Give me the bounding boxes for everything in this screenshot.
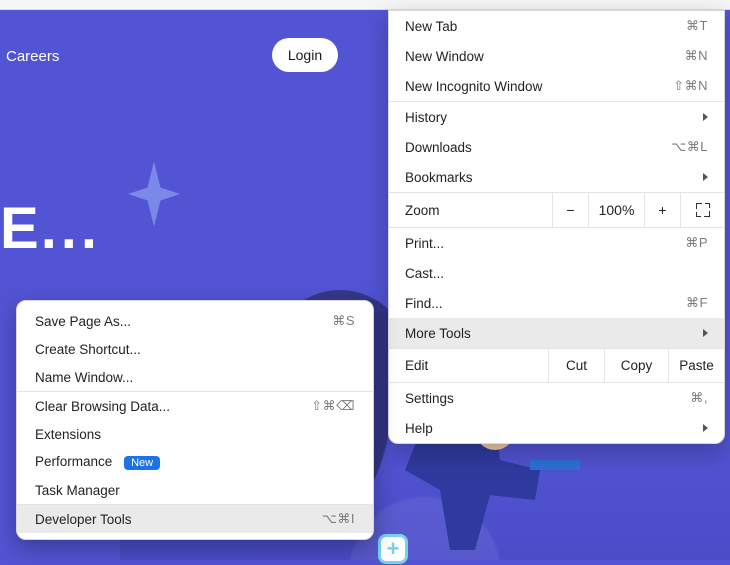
login-button[interactable]: Login — [272, 38, 338, 72]
menu-shortcut: ⌘N — [685, 48, 708, 64]
menu-item-bookmarks[interactable]: Bookmarks — [389, 162, 724, 192]
menu-label: Developer Tools — [35, 512, 132, 527]
new-badge: New — [124, 456, 160, 470]
edit-cut-button[interactable]: Cut — [548, 349, 604, 382]
menu-shortcut: ⌘, — [690, 390, 708, 406]
menu-label: Task Manager — [35, 483, 120, 498]
hero-text-fragment: E — [0, 196, 41, 261]
menu-label: New Incognito Window — [405, 79, 542, 94]
menu-item-history[interactable]: History — [389, 102, 724, 132]
menu-label: Extensions — [35, 427, 101, 442]
menu-item-more-tools[interactable]: More Tools — [389, 318, 724, 348]
menu-label: Save Page As... — [35, 314, 131, 329]
more-tools-submenu: Save Page As... ⌘S Create Shortcut... Na… — [16, 300, 374, 540]
fullscreen-icon — [696, 203, 710, 217]
nav-link-careers[interactable]: Careers — [6, 48, 59, 65]
menu-item-help[interactable]: Help — [389, 413, 724, 443]
chevron-right-icon — [703, 424, 708, 432]
menu-label: Downloads — [405, 140, 472, 155]
submenu-item-task-manager[interactable]: Task Manager — [17, 476, 373, 504]
menu-shortcut: ⌘P — [685, 235, 708, 251]
menu-item-downloads[interactable]: Downloads ⌥⌘L — [389, 132, 724, 162]
menu-item-incognito[interactable]: New Incognito Window ⇧⌘N — [389, 71, 724, 101]
menu-shortcut: ⌥⌘L — [671, 139, 708, 155]
submenu-item-create-shortcut[interactable]: Create Shortcut... — [17, 335, 373, 363]
hero-headline: E... — [0, 200, 101, 258]
menu-item-find[interactable]: Find... ⌘F — [389, 288, 724, 318]
menu-label: Create Shortcut... — [35, 342, 141, 357]
menu-label: History — [405, 110, 447, 125]
chevron-right-icon — [703, 329, 708, 337]
menu-label: Name Window... — [35, 370, 133, 385]
menu-item-new-tab[interactable]: New Tab ⌘T — [389, 11, 724, 41]
menu-label: Bookmarks — [405, 170, 473, 185]
menu-item-settings[interactable]: Settings ⌘, — [389, 383, 724, 413]
submenu-item-developer-tools[interactable]: Developer Tools ⌥⌘I — [17, 505, 373, 533]
submenu-item-clear-browsing-data[interactable]: Clear Browsing Data... ⇧⌘⌫ — [17, 392, 373, 420]
browser-main-menu: New Tab ⌘T New Window ⌘N New Incognito W… — [388, 10, 725, 444]
menu-item-new-window[interactable]: New Window ⌘N — [389, 41, 724, 71]
menu-shortcut: ⌥⌘I — [322, 511, 355, 527]
menu-label: Cast... — [405, 266, 444, 281]
menu-shortcut: ⇧⌘⌫ — [311, 398, 355, 414]
hero-dots: ... — [41, 196, 101, 261]
menu-item-cast[interactable]: Cast... — [389, 258, 724, 288]
chevron-right-icon — [703, 173, 708, 181]
submenu-item-extensions[interactable]: Extensions — [17, 420, 373, 448]
menu-label: New Window — [405, 49, 484, 64]
zoom-in-button[interactable]: + — [644, 193, 680, 227]
menu-label: Performance — [35, 454, 112, 469]
menu-shortcut: ⌘T — [686, 18, 708, 34]
zoom-out-button[interactable]: − — [552, 193, 588, 227]
menu-label: Find... — [405, 296, 443, 311]
edit-paste-button[interactable]: Paste — [668, 349, 724, 382]
menu-label: New Tab — [405, 19, 457, 34]
zoom-label: Zoom — [389, 194, 552, 227]
menu-item-print[interactable]: Print... ⌘P — [389, 228, 724, 258]
menu-item-zoom: Zoom − 100% + — [389, 192, 724, 228]
submenu-item-save-page[interactable]: Save Page As... ⌘S — [17, 307, 373, 335]
menu-shortcut: ⌘F — [686, 295, 708, 311]
menu-label: More Tools — [405, 326, 471, 341]
submenu-item-name-window[interactable]: Name Window... — [17, 363, 373, 391]
edit-copy-button[interactable]: Copy — [604, 349, 668, 382]
menu-label: Settings — [405, 391, 454, 406]
menu-label: Print... — [405, 236, 444, 251]
menu-label: Help — [405, 421, 433, 436]
chevron-right-icon — [703, 113, 708, 121]
sparkle-icon — [128, 160, 180, 228]
menu-shortcut: ⇧⌘N — [673, 78, 708, 94]
menu-item-edit: Edit Cut Copy Paste — [389, 348, 724, 383]
browser-chrome-top — [0, 0, 730, 10]
fullscreen-button[interactable] — [680, 193, 724, 227]
menu-label: Clear Browsing Data... — [35, 399, 170, 414]
submenu-item-performance[interactable]: Performance New — [17, 448, 373, 476]
edit-label: Edit — [389, 349, 548, 382]
zoom-value: 100% — [588, 193, 644, 227]
menu-shortcut: ⌘S — [332, 313, 355, 329]
